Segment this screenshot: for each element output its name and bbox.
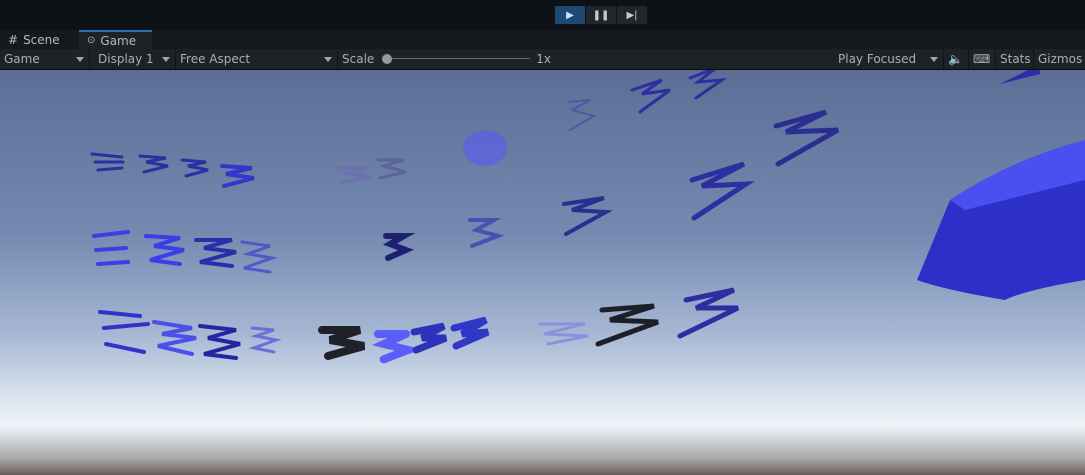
chevron-down-icon [76,57,84,62]
game-toolbar: Game Display 1 Free Aspect Scale 1x Play… [0,49,1085,70]
chevron-down-icon [162,57,170,62]
scale-slider[interactable] [382,54,531,64]
tab-label: Game [100,33,137,48]
brush-stroke-row-1 [90,70,840,221]
play-button[interactable]: ▶ [555,6,585,24]
play-mode-label: Play Focused [838,52,917,66]
aspect-dropdown[interactable]: Free Aspect [176,49,338,69]
boat-model [917,70,1085,300]
scale-value: 1x [536,52,552,66]
chevron-down-icon [930,57,938,62]
grid-icon: # [8,32,19,47]
display-label: Display 1 [98,52,154,66]
gizmos-label: Gizmos [1038,52,1083,66]
scale-slider-handle[interactable] [382,54,393,64]
scale-label: Scale [342,52,375,66]
stats-label: Stats [1000,52,1031,66]
mute-audio-button[interactable]: 🔈 [944,49,969,69]
brush-stroke-row-2 [92,196,614,274]
tab-label: Scene [23,32,60,47]
play-mode-dropdown[interactable]: Play Focused [834,49,944,69]
keyboard-icon: ⌨ [973,52,991,66]
aspect-label: Free Aspect [180,52,251,66]
brush-stroke-row-3 [98,287,740,364]
tab-game[interactable]: ⊙ Game [79,30,152,49]
tab-scene[interactable]: # Scene [0,30,79,49]
game-viewport[interactable] [0,70,1085,475]
view-mode-dropdown[interactable]: Game [0,49,90,69]
scene-render [90,70,1085,364]
shortcuts-button[interactable]: ⌨ [969,49,996,69]
gizmos-button[interactable]: Gizmos [1034,49,1085,69]
gamepad-icon: ⊙ [87,35,96,46]
stats-button[interactable]: Stats [996,49,1034,69]
tab-bar: # Scene ⊙ Game [0,30,1085,49]
speaker-icon: 🔈 [948,52,963,66]
chevron-down-icon [324,57,332,62]
editor-top-bar: ▶ ❚❚ ▶| [0,0,1085,30]
scale-control: Scale 1x [338,49,834,69]
play-controls: ▶ ❚❚ ▶| [555,6,647,24]
pause-button[interactable]: ❚❚ [586,6,616,24]
step-button[interactable]: ▶| [617,6,647,24]
display-dropdown[interactable]: Display 1 [94,49,176,69]
view-mode-label: Game [4,52,40,66]
